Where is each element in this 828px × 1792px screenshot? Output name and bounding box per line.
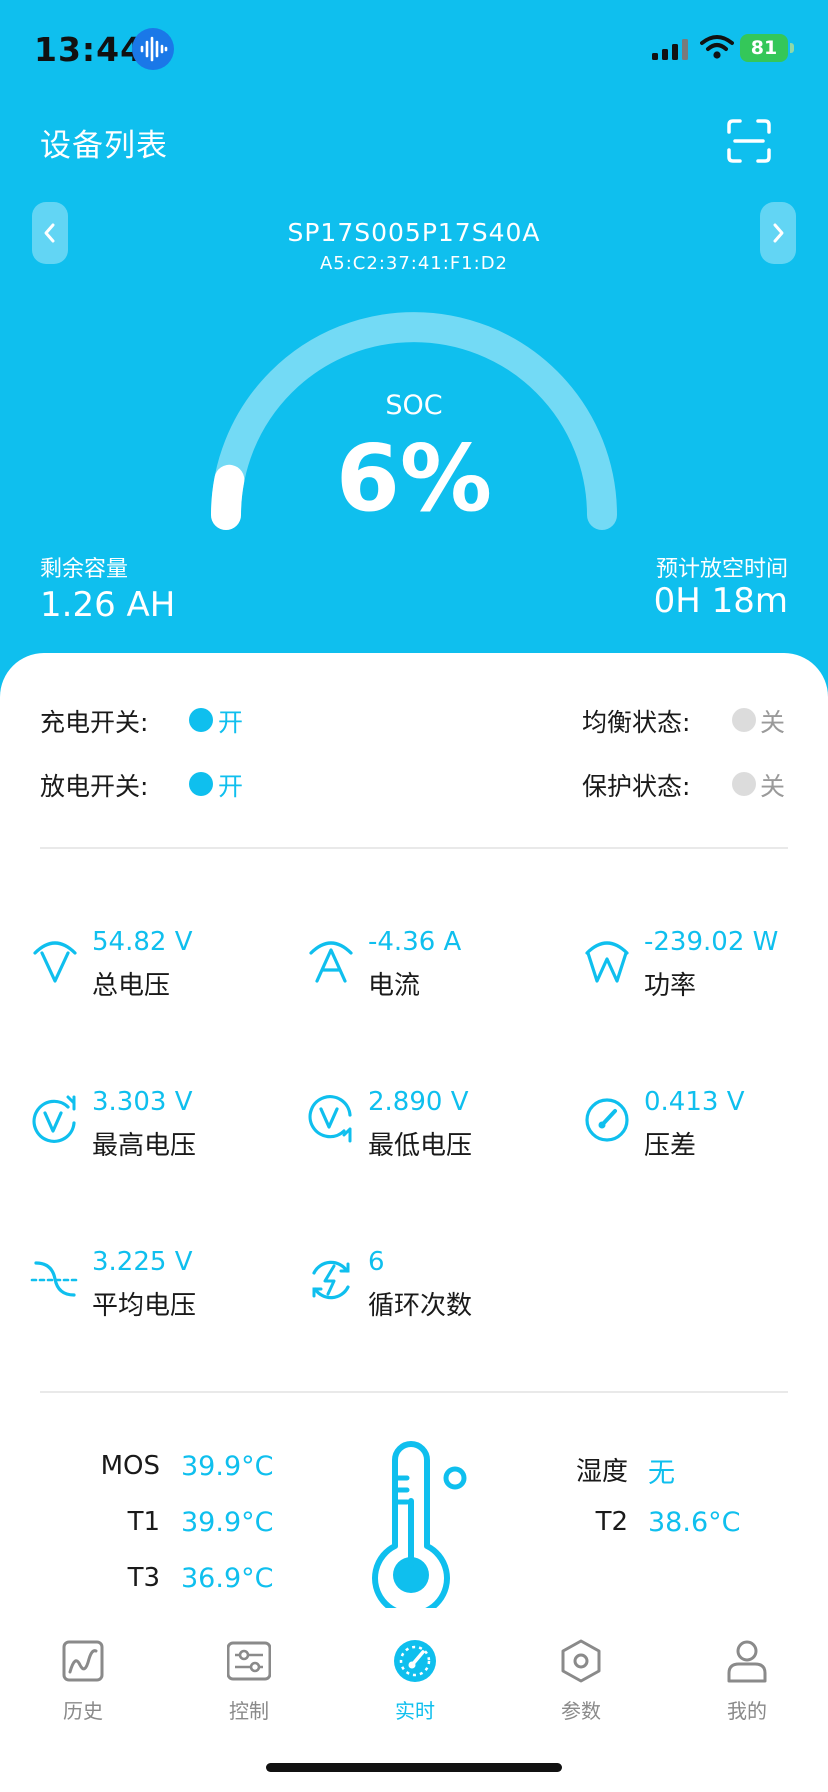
divider [40, 1391, 788, 1393]
metric-total-voltage: 54.82 V 总电压 [30, 927, 270, 1007]
tab-label: 控制 [229, 1699, 269, 1723]
metric-value: -239.02 W [644, 927, 779, 957]
temp-t3-value: 36.9°C [181, 1563, 274, 1594]
metric-label: 总电压 [92, 971, 171, 1001]
soc-label: SOC [385, 390, 443, 421]
metric-value: 3.303 V [92, 1087, 193, 1117]
empty-time-value: 0H 18m [653, 581, 788, 621]
metric-value: -4.36 A [368, 927, 462, 957]
remaining-capacity-value: 1.26 AH [40, 585, 176, 625]
temp-t2-value: 38.6°C [648, 1507, 741, 1538]
charge-switch-label: 充电开关: [40, 708, 149, 737]
thermometer-icon [372, 1441, 467, 1608]
tab-label: 我的 [727, 1699, 767, 1723]
metric-min-voltage: 2.890 V 最低电压 [306, 1087, 546, 1167]
page-title[interactable]: 设备列表 [40, 120, 168, 165]
balance-status-indicator [732, 708, 756, 732]
cycle-icon [312, 1260, 350, 1300]
temp-mos-value: 39.9°C [181, 1451, 274, 1482]
soc-value: 6% [335, 425, 493, 532]
device-mac: A5:C2:37:41:F1:D2 [319, 253, 509, 274]
temp-t1-label: T1 [127, 1507, 160, 1537]
current-icon [309, 941, 353, 983]
wifi-icon [700, 35, 734, 59]
min-voltage-icon [308, 1095, 352, 1143]
tab-profile[interactable]: 我的 [664, 1625, 828, 1735]
metric-power: -239.02 W 功率 [582, 927, 822, 1007]
max-voltage-icon [32, 1095, 76, 1143]
voltage-diff-icon [585, 1098, 629, 1142]
temp-t3-label: T3 [127, 1563, 160, 1593]
content-card [0, 653, 828, 1792]
protect-status-indicator [732, 772, 756, 796]
control-sliders-icon [227, 1641, 271, 1681]
battery-tip [790, 43, 794, 53]
device-name: SP17S005P17S40A [287, 218, 541, 247]
tab-label: 参数 [561, 1699, 601, 1723]
balance-status-state: 关 [760, 708, 786, 737]
tab-history[interactable]: 历史 [0, 1625, 166, 1735]
protect-status-label: 保护状态: [582, 772, 691, 801]
empty-time-label: 预计放空时间 [655, 557, 788, 582]
metric-label: 最低电压 [368, 1131, 473, 1161]
temp-mos-label: MOS [100, 1451, 160, 1481]
metric-value: 0.413 V [644, 1087, 745, 1117]
protect-status-state: 关 [760, 772, 786, 801]
metric-label: 循环次数 [368, 1291, 473, 1321]
metric-cycle-count: 6 循环次数 [306, 1247, 546, 1327]
temp-t1-value: 39.9°C [181, 1507, 274, 1538]
bottom-tab-bar: 历史 控制 实时 参数 我的 [0, 1625, 828, 1735]
metric-value: 6 [368, 1247, 385, 1277]
humidity-value: 无 [648, 1458, 675, 1489]
cellular-signal-icon [652, 39, 688, 60]
metric-label: 功率 [644, 971, 697, 1001]
discharge-switch-label: 放电开关: [40, 772, 149, 801]
metric-value: 3.225 V [92, 1247, 193, 1277]
status-time: 13:44 [34, 30, 145, 69]
charge-switch-state: 开 [218, 708, 244, 737]
metric-label: 平均电压 [92, 1291, 197, 1321]
status-bar: 13:44 81 [0, 0, 828, 100]
power-icon [585, 941, 629, 983]
metric-label: 最高电压 [92, 1131, 197, 1161]
metric-label: 压差 [644, 1131, 697, 1161]
sound-recording-icon [132, 28, 174, 70]
metric-avg-voltage: 3.225 V 平均电压 [30, 1247, 270, 1327]
remaining-capacity-label: 剩余容量 [40, 557, 129, 582]
metric-voltage-diff: 0.413 V 压差 [582, 1087, 822, 1167]
tab-label: 历史 [63, 1699, 103, 1723]
tab-label: 实时 [395, 1699, 435, 1723]
total-voltage-icon [33, 941, 77, 983]
metric-value: 2.890 V [368, 1087, 469, 1117]
profile-icon [727, 1640, 767, 1683]
home-indicator [266, 1763, 562, 1772]
metric-value: 54.82 V [92, 927, 193, 957]
humidity-label: 湿度 [575, 1457, 628, 1487]
tab-control[interactable]: 控制 [166, 1625, 332, 1735]
temp-t2-label: T2 [595, 1507, 628, 1537]
metric-label: 电流 [368, 971, 421, 1001]
history-chart-icon [62, 1640, 104, 1682]
battery-icon: 81 [740, 34, 788, 62]
discharge-switch-indicator[interactable] [189, 772, 213, 796]
avg-voltage-icon [30, 1261, 80, 1297]
params-hex-icon [561, 1639, 601, 1683]
metric-max-voltage: 3.303 V 最高电压 [30, 1087, 270, 1167]
discharge-switch-state: 开 [218, 772, 244, 801]
scan-icon[interactable] [726, 118, 772, 164]
tab-realtime[interactable]: 实时 [332, 1625, 498, 1735]
tab-params[interactable]: 参数 [498, 1625, 664, 1735]
balance-status-label: 均衡状态: [582, 708, 691, 737]
divider [40, 847, 788, 849]
metric-current: -4.36 A 电流 [306, 927, 546, 1007]
realtime-gauge-icon [394, 1640, 436, 1682]
charge-switch-indicator[interactable] [189, 708, 213, 732]
